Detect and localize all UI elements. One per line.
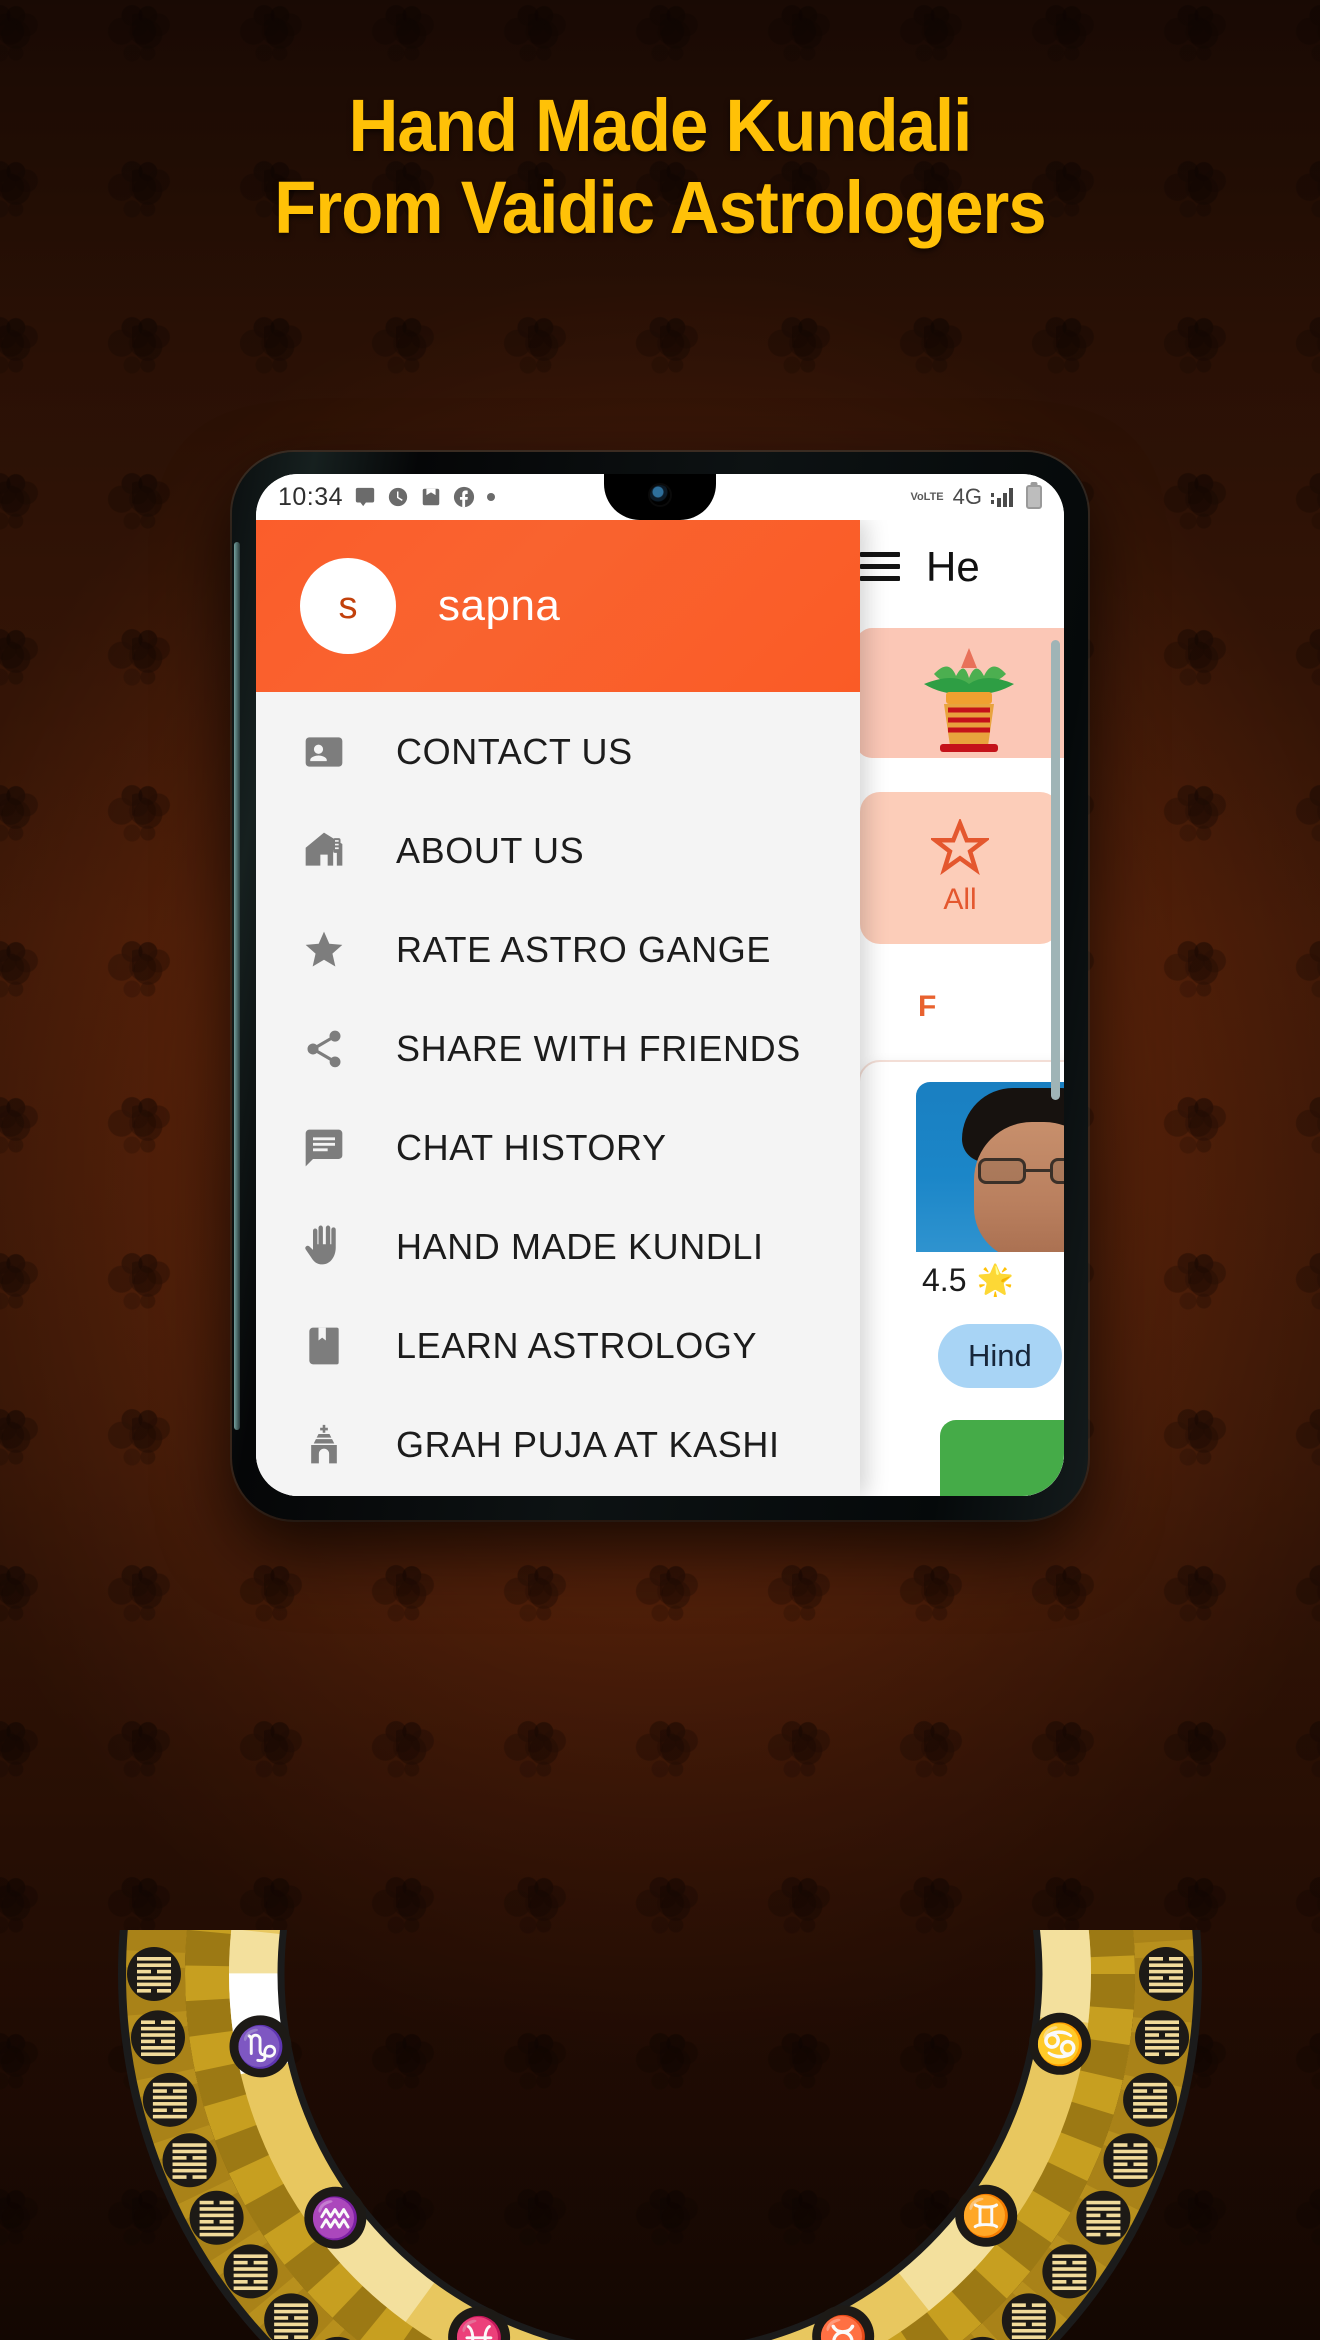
signal-bars-icon	[991, 486, 1017, 508]
sidebar-item-learn-astrology[interactable]: LEARN ASTROLOGY	[256, 1296, 860, 1395]
sidebar-item-label: SHARE WITH FRIENDS	[396, 1027, 801, 1069]
phone-notch	[604, 474, 716, 520]
phone-body: He All F 4.5 🌟 Hind s sapna CONTACT US A…	[232, 452, 1088, 1520]
astrologer-card[interactable]: 4.5 🌟 Hind	[858, 1060, 1064, 1496]
headline-line-1: Hand Made Kundali	[348, 84, 973, 167]
sidebar-item-label: GRAH PUJA AT KASHI	[396, 1423, 780, 1465]
sidebar-item-share[interactable]: SHARE WITH FRIENDS	[256, 999, 860, 1098]
language-chip[interactable]: Hind	[938, 1324, 1062, 1388]
sidebar-item-for-nri[interactable]: FOR NRI	[256, 1494, 860, 1496]
drawer-menu-list: CONTACT US ABOUT US RATE ASTRO GANGE SHA…	[256, 692, 860, 1496]
chat-icon	[302, 1126, 346, 1170]
headline-line-2: From Vaidic Astrologers	[274, 166, 1046, 250]
sidebar-item-label: HAND MADE KUNDLI	[396, 1225, 764, 1267]
volte-indicator: VoLTE	[910, 490, 944, 503]
temple-icon	[302, 1423, 346, 1467]
sidebar-item-contact-us[interactable]: CONTACT US	[256, 702, 860, 801]
star-icon	[302, 928, 346, 972]
sidebar-item-label: CHAT HISTORY	[396, 1126, 667, 1168]
inbox-icon	[420, 486, 442, 508]
hamburger-icon[interactable]	[860, 552, 900, 582]
sidebar-item-chat-history[interactable]: CHAT HISTORY	[256, 1098, 860, 1197]
sidebar-item-about-us[interactable]: ABOUT US	[256, 801, 860, 900]
contact-card-icon	[302, 730, 346, 774]
star-emoji-icon: 🌟	[976, 1264, 1014, 1297]
sidebar-item-hand-made-kundli[interactable]: HAND MADE KUNDLI	[256, 1197, 860, 1296]
drawer-username: sapna	[438, 581, 561, 630]
sidebar-item-rate-app[interactable]: RATE ASTRO GANGE	[256, 900, 860, 999]
phone-mockup: He All F 4.5 🌟 Hind s sapna CONTACT US A…	[232, 452, 1088, 1520]
app-title: He	[926, 543, 980, 590]
sidebar-item-label: ABOUT US	[396, 829, 585, 871]
promo-banner-card[interactable]	[856, 628, 1064, 758]
battery-icon	[1026, 485, 1042, 509]
drawer-header: s sapna	[256, 520, 860, 692]
phone-screen: He All F 4.5 🌟 Hind s sapna CONTACT US A…	[256, 474, 1064, 1496]
clock-icon	[387, 486, 409, 508]
featured-section-label: F	[918, 990, 937, 1023]
sidebar-item-label: CONTACT US	[396, 730, 633, 772]
rating-value: 4.5	[922, 1262, 967, 1298]
status-bar-left: 10:34	[278, 483, 496, 512]
status-time: 10:34	[278, 482, 344, 511]
promo-headline: Hand Made Kundali From Vaidic Astrologer…	[0, 84, 1320, 250]
category-card-all[interactable]: All	[860, 792, 1060, 944]
avatar[interactable]: s	[300, 558, 396, 654]
content-scrollbar[interactable]	[1051, 640, 1060, 1100]
kalash-icon	[924, 648, 1014, 752]
chat-bubble-icon	[354, 486, 376, 508]
sidebar-item-label: RATE ASTRO GANGE	[396, 928, 771, 970]
network-type: 4G	[952, 484, 982, 509]
rating-row: 4.5 🌟	[922, 1262, 1014, 1299]
dot-icon	[486, 492, 496, 502]
book-icon	[302, 1324, 346, 1368]
star-outline-icon	[928, 817, 992, 876]
chat-action-button[interactable]	[940, 1420, 1064, 1496]
hand-icon	[302, 1225, 346, 1269]
astrologer-photo	[916, 1082, 1064, 1252]
status-bar-right: VoLTE 4G	[910, 484, 1042, 510]
navigation-drawer: s sapna CONTACT US ABOUT US RATE ASTRO G…	[256, 520, 860, 1496]
share-icon	[302, 1027, 346, 1071]
category-label: All	[943, 883, 977, 916]
facebook-icon	[453, 486, 475, 508]
sidebar-item-label: LEARN ASTROLOGY	[396, 1324, 758, 1366]
sidebar-item-grah-puja[interactable]: GRAH PUJA AT KASHI	[256, 1395, 860, 1494]
front-camera-icon	[650, 485, 670, 505]
home-info-icon	[302, 829, 346, 873]
avatar-initial: s	[338, 584, 358, 627]
phone-side-rail	[234, 542, 240, 1430]
